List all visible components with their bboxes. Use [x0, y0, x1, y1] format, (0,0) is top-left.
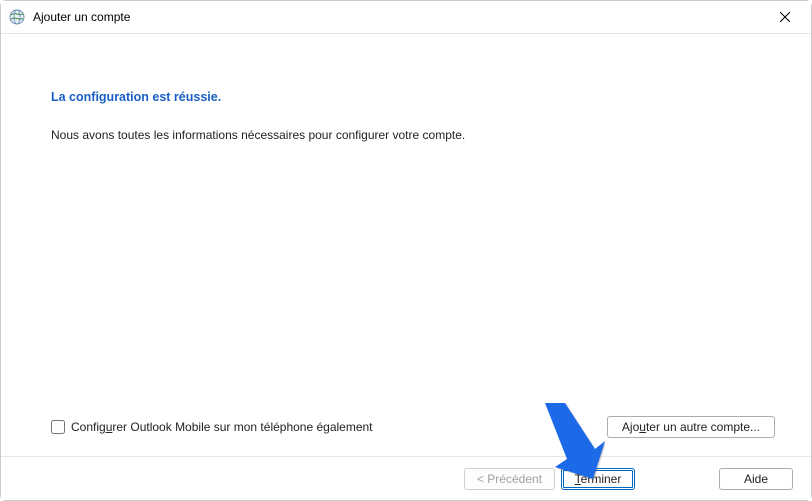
close-icon: [780, 12, 790, 22]
back-button: < Précédent: [464, 468, 555, 490]
success-heading: La configuration est réussie.: [51, 90, 761, 104]
wizard-nav-group: < Précédent Terminer: [464, 468, 635, 490]
checkbox-text: Configurer Outlook Mobile sur mon téléph…: [71, 420, 373, 434]
finish-button[interactable]: Terminer: [561, 468, 635, 490]
close-button[interactable]: [763, 2, 807, 32]
outlook-mobile-checkbox[interactable]: [51, 420, 65, 434]
globe-icon: [9, 9, 25, 25]
footer: < Précédent Terminer Aide: [1, 456, 811, 500]
window-title: Ajouter un compte: [33, 10, 763, 24]
outlook-mobile-checkbox-label[interactable]: Configurer Outlook Mobile sur mon téléph…: [51, 420, 373, 434]
help-button[interactable]: Aide: [719, 468, 793, 490]
success-body: Nous avons toutes les informations néces…: [51, 128, 761, 142]
content-area: La configuration est réussie. Nous avons…: [1, 34, 811, 456]
add-another-account-button[interactable]: Ajouter un autre compte...: [607, 416, 775, 438]
titlebar: Ajouter un compte: [1, 1, 811, 33]
lower-row: Configurer Outlook Mobile sur mon téléph…: [51, 416, 775, 438]
